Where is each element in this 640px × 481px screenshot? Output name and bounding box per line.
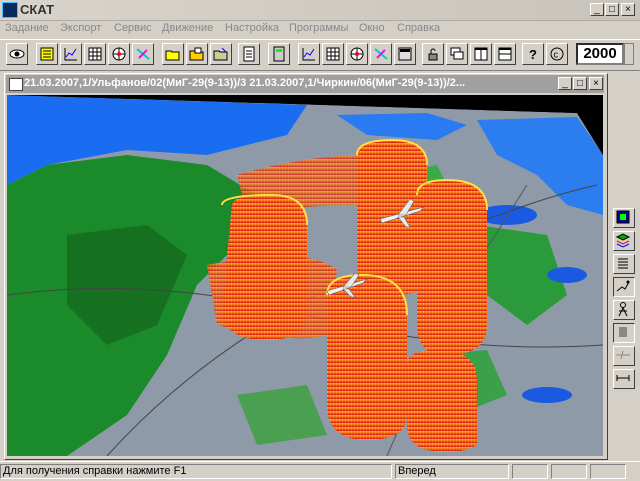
- menu-programs[interactable]: Программы: [289, 22, 348, 34]
- map-layer-icon[interactable]: [613, 208, 635, 228]
- status-help-text: Для получения справки нажмите F1: [0, 464, 392, 479]
- layers-icon[interactable]: [613, 231, 635, 251]
- pilot-icon[interactable]: [613, 300, 635, 320]
- right-toolbar: [610, 200, 638, 420]
- aircraft-view-icon[interactable]: [613, 346, 635, 366]
- legend-icon[interactable]: [613, 254, 635, 274]
- app-icon[interactable]: [2, 2, 18, 18]
- menu-settings[interactable]: Настройка: [225, 22, 279, 34]
- open-folder-icon[interactable]: [162, 43, 184, 65]
- maximize-button[interactable]: □: [605, 3, 619, 16]
- terrain-3d-view[interactable]: [7, 95, 603, 456]
- child-maximize-button[interactable]: □: [573, 77, 587, 90]
- graph-icon[interactable]: [60, 43, 82, 65]
- child-close-button[interactable]: ×: [589, 77, 603, 90]
- altitude-icon[interactable]: [613, 277, 635, 297]
- help-icon[interactable]: ?: [522, 43, 544, 65]
- tile-horizontal-icon[interactable]: [494, 43, 516, 65]
- title-bar: СКАТ _ □ ×: [0, 0, 640, 21]
- year-input[interactable]: 2000: [576, 43, 624, 65]
- cockpit-icon[interactable]: [613, 323, 635, 343]
- svg-text:c: c: [554, 50, 559, 60]
- eye-icon[interactable]: [6, 43, 28, 65]
- child-minimize-button[interactable]: _: [558, 77, 572, 90]
- tile-vertical-icon[interactable]: [470, 43, 492, 65]
- menu-window[interactable]: Окно: [359, 22, 385, 34]
- menu-service[interactable]: Сервис: [114, 22, 152, 34]
- panel-icon[interactable]: [394, 43, 416, 65]
- status-cell-4: [551, 464, 587, 479]
- unlock-icon[interactable]: [422, 43, 444, 65]
- child-window-title: 21.03.2007,1/Ульфанов/02(МиГ-29(9-13))/3…: [24, 77, 466, 89]
- chart-icon[interactable]: [298, 43, 320, 65]
- status-cell-3: [512, 464, 548, 479]
- child-title-bar: 21.03.2007,1/Ульфанов/02(МиГ-29(9-13))/3…: [6, 75, 604, 93]
- app-title: СКАТ: [20, 2, 55, 17]
- route-icon[interactable]: [370, 43, 392, 65]
- list-icon[interactable]: [36, 43, 58, 65]
- minimize-button[interactable]: _: [590, 3, 604, 16]
- document-icon[interactable]: [238, 43, 260, 65]
- svg-text:?: ?: [529, 47, 537, 62]
- status-cell-5: [590, 464, 626, 479]
- about-icon[interactable]: c: [546, 43, 568, 65]
- menu-help[interactable]: Справка: [397, 22, 440, 34]
- target-icon[interactable]: [346, 43, 368, 65]
- compass-icon[interactable]: [108, 43, 130, 65]
- scale-icon[interactable]: [613, 369, 635, 389]
- terrain-map-svg: [7, 95, 603, 456]
- status-bar: Для получения справки нажмите F1 Вперед: [0, 461, 640, 481]
- track-icon[interactable]: [132, 43, 154, 65]
- grid-icon[interactable]: [322, 43, 344, 65]
- menu-task[interactable]: Задание: [5, 22, 49, 34]
- flight-3d-window: 21.03.2007,1/Ульфанов/02(МиГ-29(9-13))/3…: [4, 73, 608, 460]
- table-icon[interactable]: [84, 43, 106, 65]
- menu-export[interactable]: Экспорт: [60, 22, 101, 34]
- cascade-windows-icon[interactable]: [446, 43, 468, 65]
- close-button[interactable]: ×: [621, 3, 635, 16]
- menu-motion[interactable]: Движение: [162, 22, 213, 34]
- calculator-icon[interactable]: [268, 43, 290, 65]
- status-mode: Вперед: [395, 464, 509, 479]
- year-spinner[interactable]: [624, 43, 634, 65]
- window-icon[interactable]: [9, 78, 23, 91]
- menu-bar: Задание Экспорт Сервис Движение Настройк…: [0, 20, 640, 37]
- toolbar: ? c 2000: [0, 39, 640, 71]
- open-file-icon[interactable]: [186, 43, 208, 65]
- save-file-icon[interactable]: [210, 43, 232, 65]
